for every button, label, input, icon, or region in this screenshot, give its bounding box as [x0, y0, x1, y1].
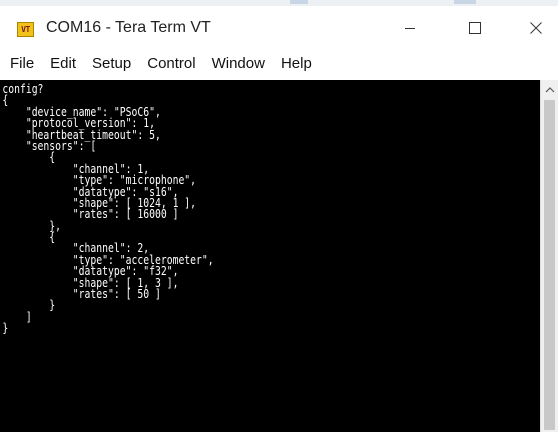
menu-window[interactable]: Window — [204, 55, 273, 72]
background-strip-mark — [290, 0, 308, 4]
terminal-line: "sensors": [ — [2, 137, 97, 153]
terminal-screen[interactable]: config?{ "device_name": "PSoC6", "protoc… — [0, 80, 540, 432]
terminal-output: config?{ "device_name": "PSoC6", "protoc… — [0, 80, 421, 334]
menu-control[interactable]: Control — [139, 55, 203, 72]
background-strip-mark — [454, 0, 476, 4]
maximize-icon — [469, 22, 481, 34]
terminal-line: }, — [2, 217, 62, 233]
close-icon — [530, 22, 542, 34]
terminal-line: "rates": [ 50 ] — [2, 286, 161, 302]
vertical-scrollbar[interactable] — [540, 80, 558, 432]
terminal-line: ] — [2, 308, 32, 324]
menu-help[interactable]: Help — [273, 55, 320, 72]
window-title: COM16 - Tera Term VT — [46, 19, 211, 36]
terminal-line: "rates": [ 16000 ] — [2, 206, 179, 222]
menu-file[interactable]: File — [0, 55, 42, 72]
chevron-up-icon — [545, 86, 554, 92]
terminal-line: config? — [2, 81, 44, 96]
background-strip — [0, 0, 558, 6]
title-bar[interactable]: VT COM16 - Tera Term VT — [0, 0, 558, 46]
terminal-line: } — [2, 320, 9, 336]
tera-term-window: VT COM16 - Tera Term VT File Edit Setup … — [0, 0, 558, 432]
minimize-button[interactable] — [390, 12, 430, 44]
terminal-line: } — [2, 297, 56, 313]
menu-bar: File Edit Setup Control Window Help — [0, 48, 558, 78]
menu-edit[interactable]: Edit — [42, 55, 84, 72]
minimize-icon — [405, 28, 415, 29]
tera-term-app-icon: VT — [17, 22, 34, 37]
close-button[interactable] — [516, 12, 556, 44]
menu-setup[interactable]: Setup — [84, 55, 139, 72]
scroll-up-button[interactable] — [541, 80, 558, 98]
maximize-button[interactable] — [455, 12, 495, 44]
scrollbar-thumb[interactable] — [544, 100, 555, 430]
